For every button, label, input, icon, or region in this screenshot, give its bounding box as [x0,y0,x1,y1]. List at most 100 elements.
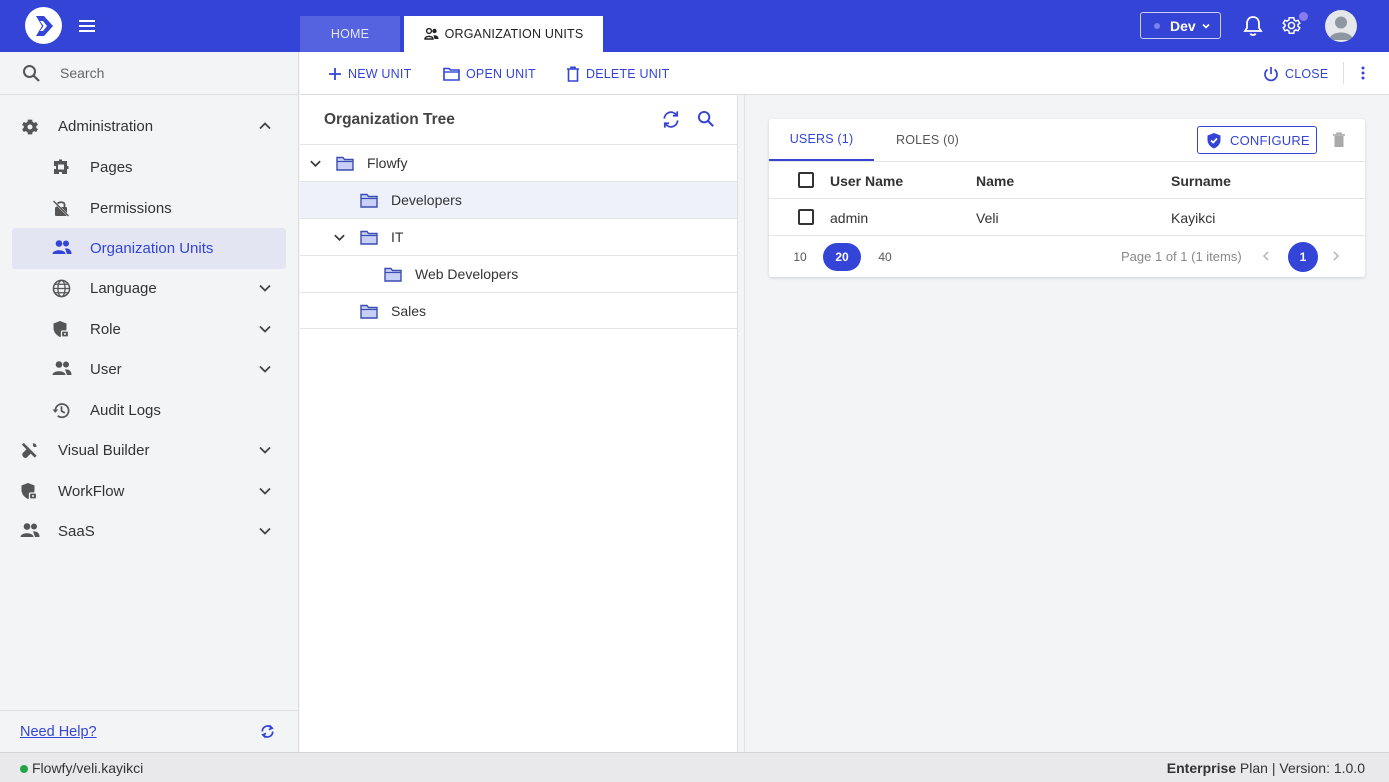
toolbar-divider [1343,62,1344,84]
pagination: 10 20 40 Page 1 of 1 (1 items) 1 [769,235,1365,277]
select-all-checkbox[interactable] [798,172,814,188]
tab-organization-units-label: ORGANIZATION UNITS [444,27,584,41]
notification-dot [1299,12,1308,21]
delete-unit-button[interactable]: DELETE UNIT [566,64,669,84]
sidebar-item-label: User [90,361,122,378]
app-logo[interactable] [25,7,62,44]
tree-node-label: Developers [391,192,462,208]
folder-icon [360,193,378,208]
cell-name: Veli [976,210,999,226]
sidebar-item-label: SaaS [58,523,95,540]
sidebar-item-visual-builder[interactable]: Visual Builder [12,430,286,471]
tab-home-label: HOME [330,27,370,41]
page-size-option[interactable]: 20 [823,243,861,271]
folder-icon [384,267,402,282]
sync-icon[interactable] [259,723,276,740]
sidebar-item-label: WorkFlow [58,483,125,500]
tree-node-it[interactable]: IT [300,218,737,255]
tree-node-label: Flowfy [367,155,408,171]
environment-select[interactable]: Dev [1140,12,1221,39]
tree-bottom-border [300,328,737,329]
need-help-link[interactable]: Need Help? [20,724,97,740]
globe-icon [52,279,71,298]
chevron-left-icon[interactable] [1260,250,1272,262]
sidebar-item-pages[interactable]: Pages [12,147,286,188]
close-button[interactable]: CLOSE [1263,64,1328,84]
sidebar-item-audit-logs[interactable]: Audit Logs [12,390,286,431]
tree-node-web-developers[interactable]: Web Developers [300,255,737,292]
sidebar-item-language[interactable]: Language [12,268,286,309]
unit-detail-panel: USERS (1) ROLES (0) CONFIGURE User Name … [745,95,1389,752]
sidebar-item-label: Audit Logs [90,402,161,419]
search-icon [23,65,40,82]
online-status-dot [20,765,28,773]
people-icon [423,28,439,40]
sidebar-search-input[interactable] [60,62,280,84]
sidebar-item-workflow[interactable]: WorkFlow [12,471,286,512]
gear-icon [22,119,38,135]
sidebar-item-label: Organization Units [90,240,214,257]
people-icon [20,523,40,537]
sidebar-item-user[interactable]: User [12,349,286,390]
tab-users[interactable]: USERS (1) [769,119,874,161]
new-unit-button[interactable]: NEW UNIT [328,64,411,84]
page-number-button[interactable]: 1 [1288,242,1318,272]
sidebar-item-administration[interactable]: Administration [12,106,286,147]
chevron-down-icon[interactable] [333,231,346,244]
bell-icon[interactable] [1243,15,1263,37]
tab-home[interactable]: HOME [300,16,400,52]
tab-roles[interactable]: ROLES (0) [874,119,981,161]
tree-node-developers[interactable]: Developers [300,181,737,218]
column-header[interactable]: Surname [1171,173,1231,189]
sidebar-item-organization-units[interactable]: Organization Units [12,228,286,269]
configure-button[interactable]: CONFIGURE [1197,126,1317,154]
folder-icon [336,156,354,171]
chevron-down-icon [259,527,271,535]
open-unit-button[interactable]: OPEN UNIT [443,64,536,84]
tree-title: Organization Tree [324,111,455,128]
cell-user-name: admin [830,210,869,226]
folder-icon [360,230,378,245]
chevron-down-icon[interactable] [309,157,322,170]
sidebar-item-label: Role [90,321,121,338]
sidebar-footer: Need Help? [0,710,298,752]
sidebar-item-role[interactable]: Role [12,309,286,350]
row-checkbox[interactable] [798,209,814,225]
tree-node-flowfy[interactable]: Flowfy [300,144,737,181]
sidebar-item-saas[interactable]: SaaS [12,511,286,552]
table-row[interactable]: admin Veli Kayikci [769,198,1365,235]
organization-tree-panel: Organization Tree Flowfy Developers IT W… [300,95,738,752]
search-icon[interactable] [697,110,715,128]
chevron-down-icon [259,325,271,333]
sidebar-item-label: Language [90,280,157,297]
top-bar: HOME ORGANIZATION UNITS Dev [0,0,1389,52]
user-avatar[interactable] [1325,10,1357,42]
trash-icon [567,66,579,82]
people-icon [52,240,72,254]
folder-open-icon [443,67,460,81]
sidebar: Administration Pages Permissions Organiz… [0,52,299,752]
trash-icon[interactable] [1332,132,1346,148]
page-size-option[interactable]: 40 [866,243,904,271]
more-vertical-icon[interactable] [1360,65,1366,81]
menu-toggle-icon[interactable] [78,17,96,35]
cell-surname: Kayikci [1171,210,1216,226]
column-header[interactable]: User Name [830,173,903,189]
tab-organization-units[interactable]: ORGANIZATION UNITS [404,16,603,52]
lock-off-icon [52,200,70,217]
tree-node-label: Sales [391,303,427,319]
chevron-down-icon [259,487,271,495]
panel-splitter[interactable] [738,95,745,752]
chevron-up-icon [259,122,271,130]
page-size-option[interactable]: 10 [781,243,819,271]
open-unit-label: OPEN UNIT [466,67,536,81]
tree-node-sales[interactable]: Sales [300,292,737,329]
column-header[interactable]: Name [976,173,1014,189]
tools-icon [21,442,37,458]
sidebar-item-permissions[interactable]: Permissions [12,188,286,229]
logo-icon [35,15,53,36]
plan-name: Enterprise [1166,760,1237,776]
refresh-icon[interactable] [661,110,681,129]
chevron-down-icon [1202,23,1210,29]
chevron-right-icon[interactable] [1330,250,1342,262]
